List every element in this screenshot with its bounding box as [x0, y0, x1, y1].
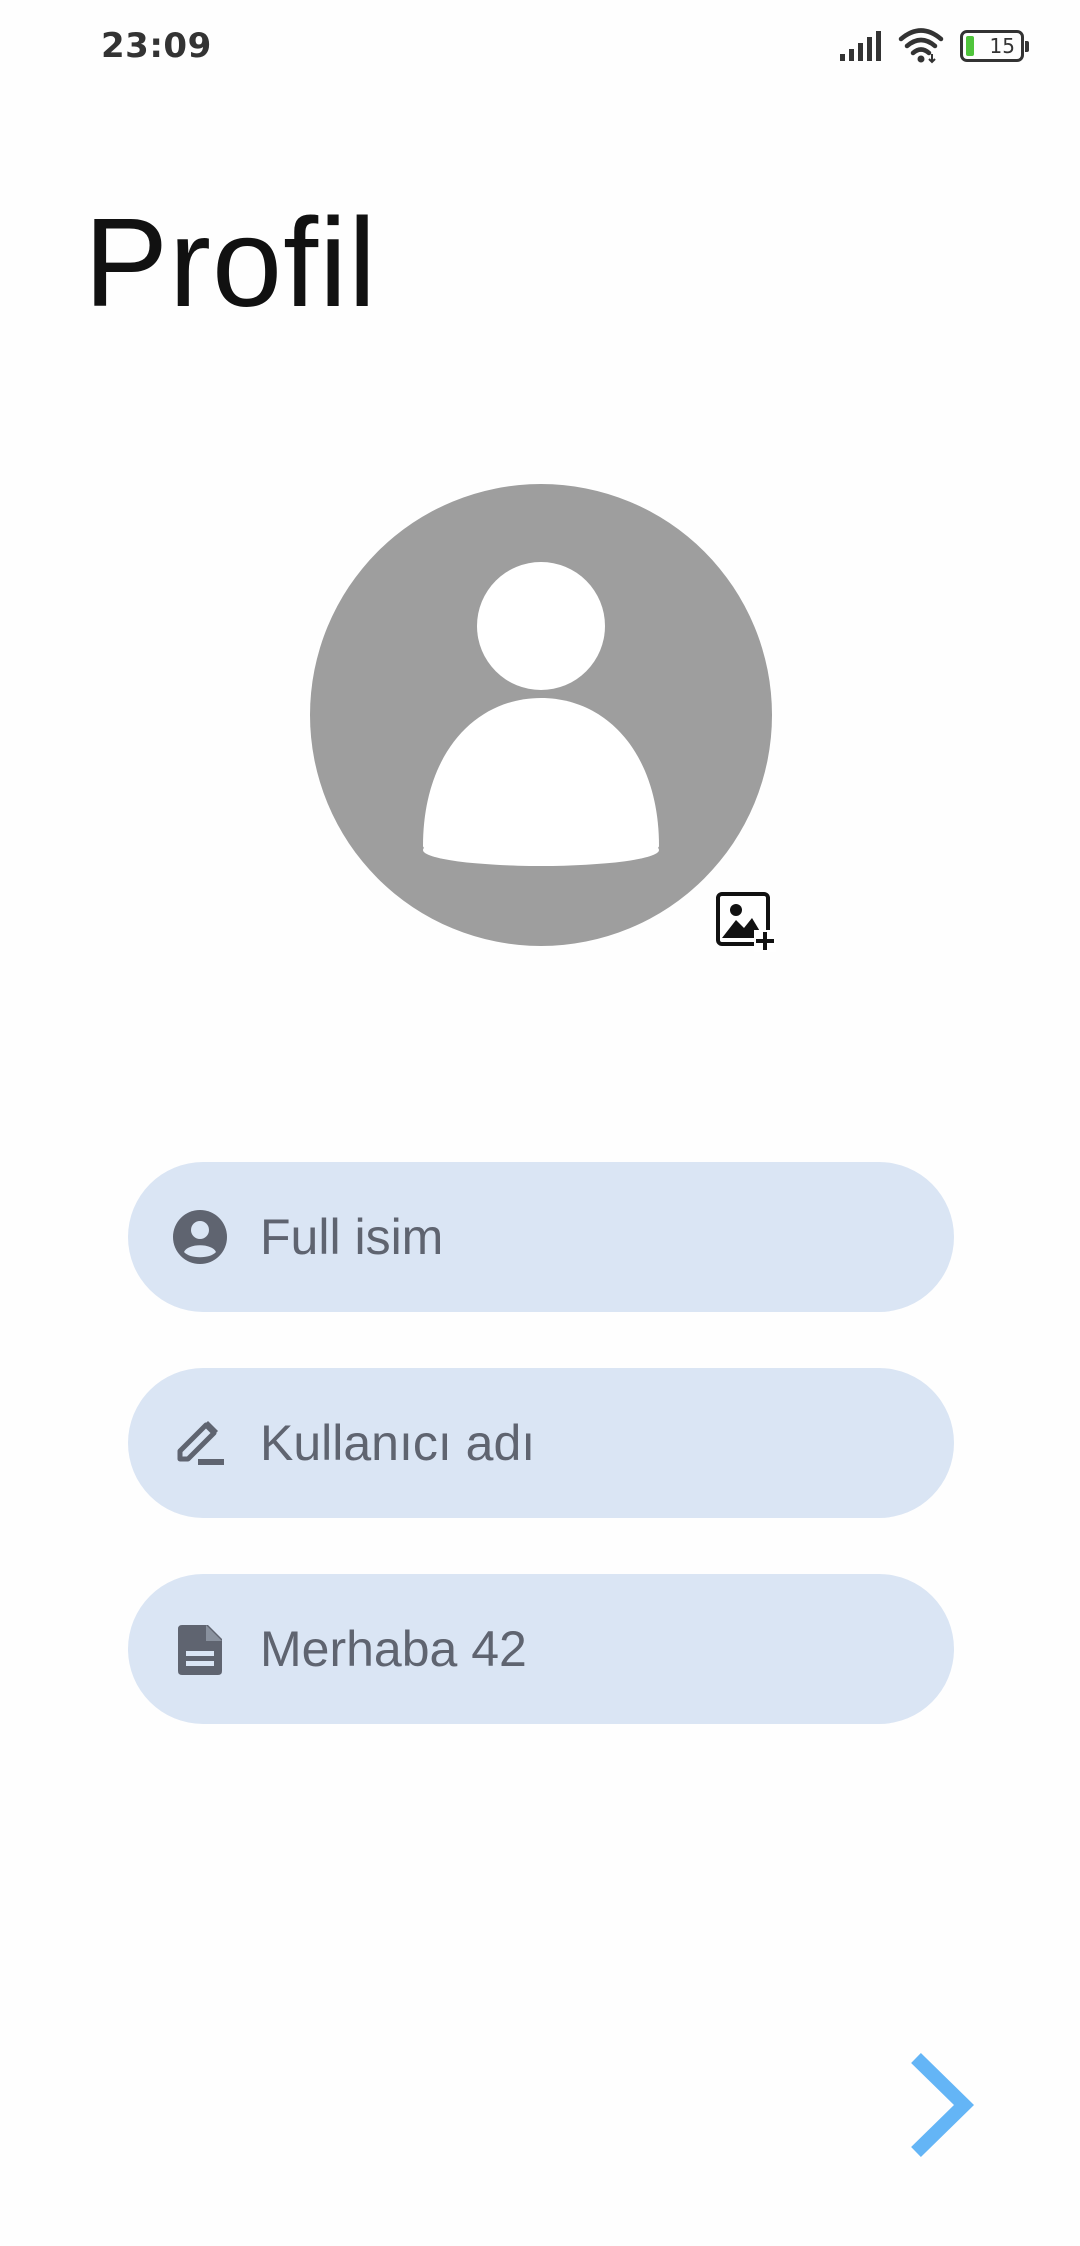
add-photo-icon[interactable]	[714, 890, 778, 954]
profile-screen: 23:09 15 Profil Full isim Kullanıcı adı …	[0, 0, 1080, 2246]
battery-icon: 15	[960, 30, 1029, 62]
avatar[interactable]	[310, 484, 772, 946]
page-title: Profil	[84, 192, 378, 333]
signal-icon	[840, 31, 881, 61]
full-name-value[interactable]: Full isim	[260, 1208, 443, 1266]
status-icons: 15	[838, 28, 1029, 64]
status-bar: 23:09 15	[0, 0, 1080, 96]
username-field[interactable]: Kullanıcı adı	[128, 1368, 954, 1518]
username-value[interactable]: Kullanıcı adı	[260, 1414, 535, 1472]
battery-fill	[966, 36, 974, 56]
chevron-right-icon[interactable]	[900, 2050, 980, 2160]
battery-level: 15	[989, 34, 1015, 58]
bio-field[interactable]: Merhaba 42	[128, 1574, 954, 1724]
bio-value[interactable]: Merhaba 42	[260, 1620, 527, 1678]
wifi-icon	[898, 28, 944, 64]
edit-icon	[177, 1421, 224, 1465]
status-time: 23:09	[101, 26, 212, 66]
full-name-field[interactable]: Full isim	[128, 1162, 954, 1312]
person-icon	[423, 562, 659, 866]
account-circle-icon	[173, 1210, 227, 1264]
description-icon	[178, 1625, 222, 1675]
